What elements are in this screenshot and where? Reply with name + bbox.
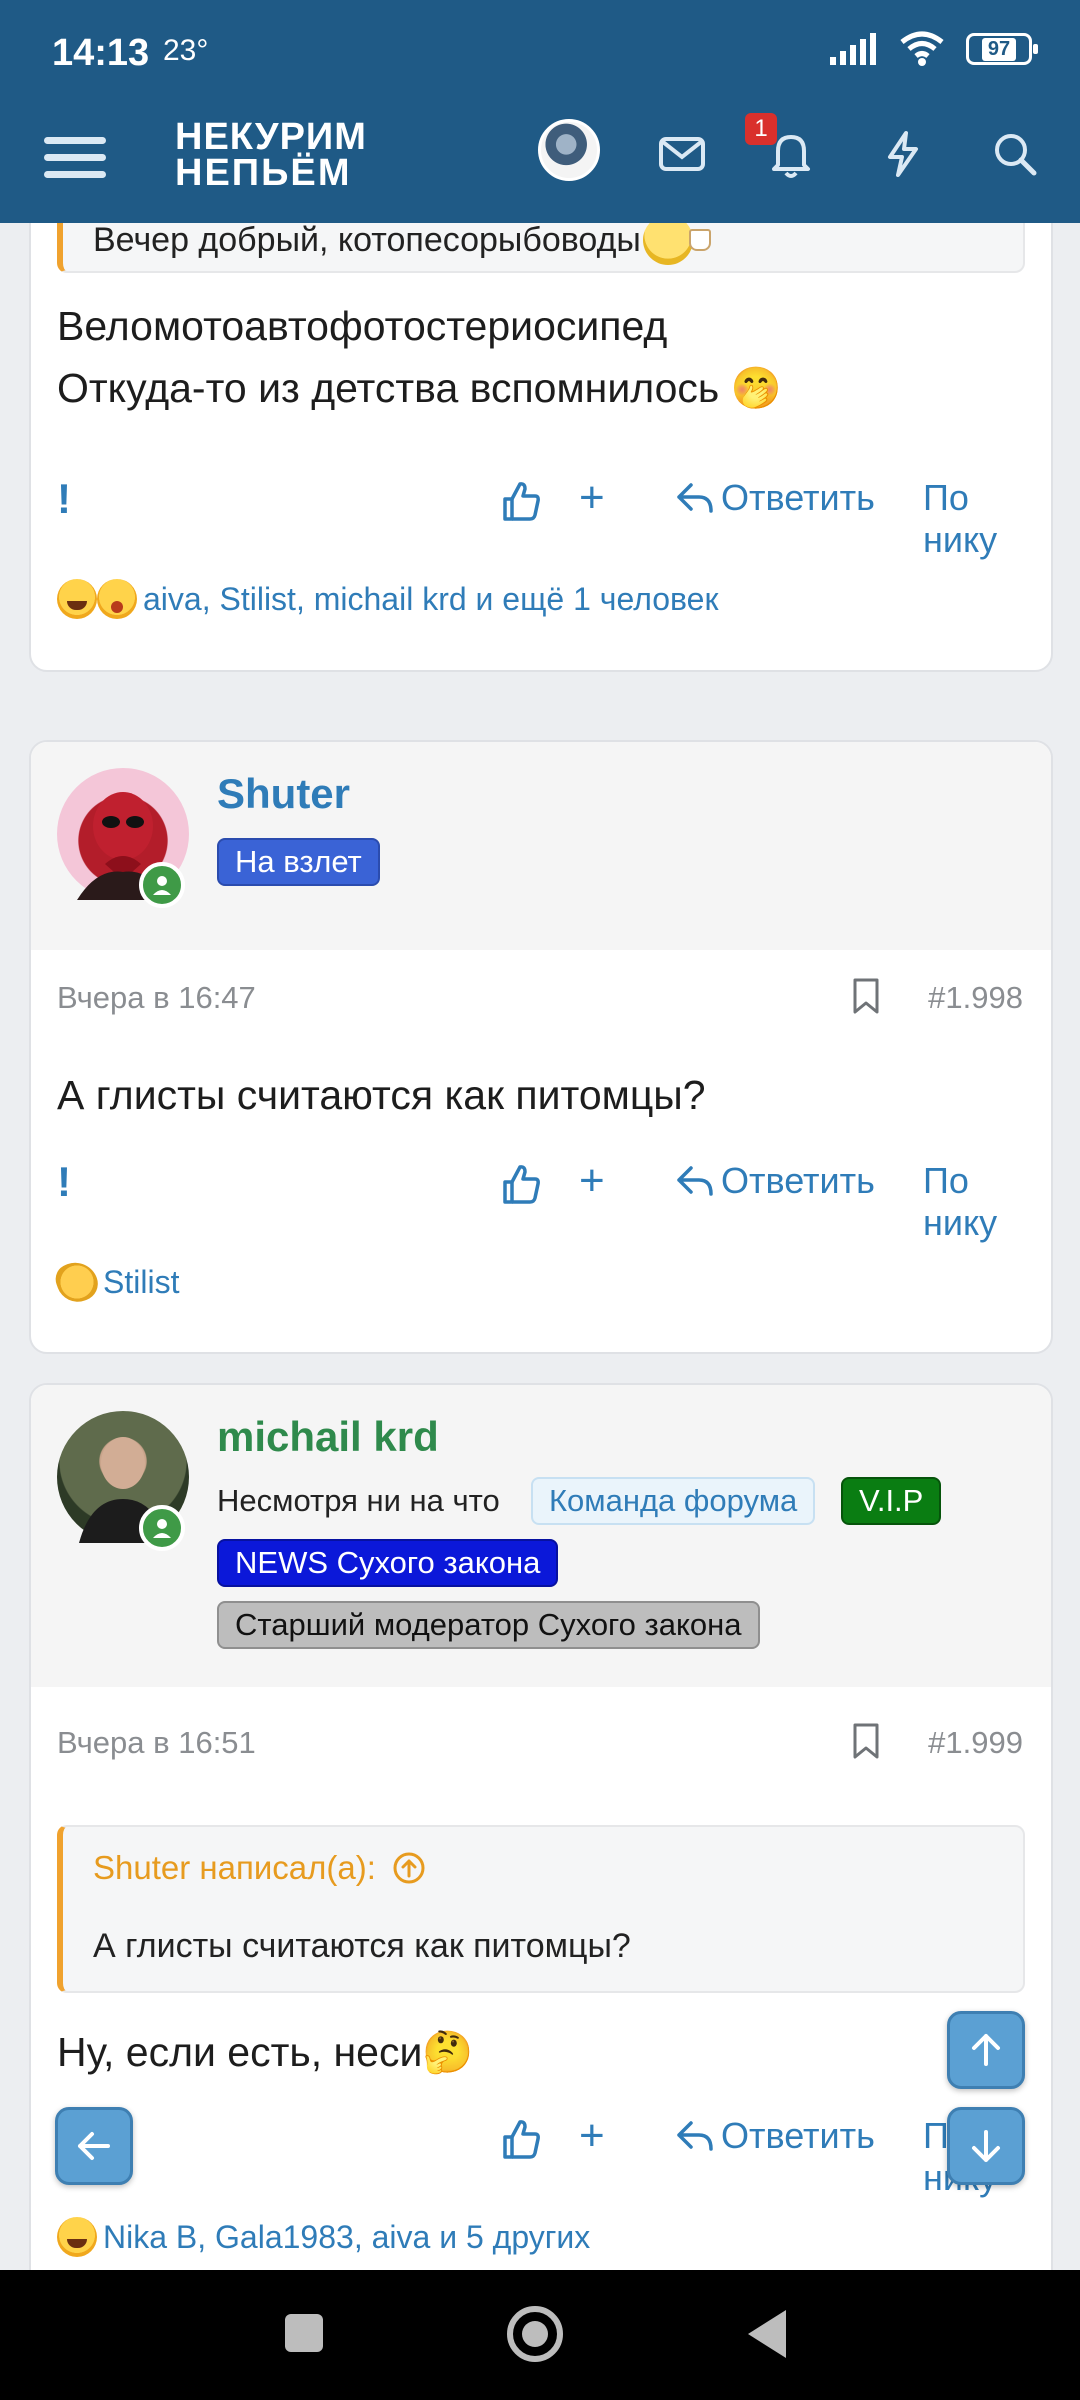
reply-icon [677,483,713,513]
user-status: Несмотря ни на что [217,1483,500,1518]
quote-block: Вечер добрый, котопесорыбоводы [57,223,1025,273]
online-indicator [139,862,185,908]
screen: 14:13 23° 97 НЕКУРИМ НЕПЬЁМ 1 Вечер добр… [0,0,1080,2400]
post-text: Веломотоавтофотостериосипед Откуда-то из… [57,295,782,419]
post-card-michail: michail krd Несмотря ни на что Команда ф… [29,1383,1053,2270]
scroll-up-button[interactable] [947,2011,1025,2089]
post-text-line1: Веломотоавтофотостериосипед [57,303,668,349]
reactions-summary[interactable]: Nika B, Gala1983, aiva и 5 других [57,2217,590,2257]
reply-label: Ответить [721,477,875,518]
post-date[interactable]: Вчера в 16:47 [57,980,256,1016]
system-back-button[interactable] [748,2310,786,2358]
logo-line2: НЕПЬЁМ [175,152,352,194]
status-temperature: 23° [163,34,209,67]
by-nick-button[interactable]: По нику [923,1160,1025,1244]
rank-badge: На взлет [217,838,380,886]
quote-author[interactable]: Shuter написал(а): [93,1849,426,1887]
report-button[interactable]: ! [57,1158,71,1206]
status-time: 14:13 [52,32,150,74]
reply-label: Ответить [721,2115,875,2156]
team-badge: Команда форума [531,1477,816,1525]
post-text: Ну, если есть, неси🤔 [57,2029,474,2075]
status-bar: 14:13 23° 97 [0,0,1080,105]
report-button[interactable]: ! [57,475,71,523]
arrow-up-circle-icon[interactable] [392,1851,426,1885]
plus-button[interactable]: + [579,2111,605,2161]
reply-button[interactable]: Ответить [675,1160,875,1202]
online-indicator [139,1505,185,1551]
laughing-emoji-icon [57,2217,97,2257]
bookmark-icon[interactable] [851,1723,881,1759]
reactions-summary[interactable]: aiva, Stilist, michail krd и ещё 1 челов… [57,579,718,619]
notification-badge: 1 [745,113,777,145]
thumbs-up-icon[interactable] [499,2117,543,2161]
reply-icon [677,2121,713,2151]
arrow-down-icon [972,2130,1000,2162]
search-icon[interactable] [988,127,1042,181]
home-button[interactable] [507,2306,563,2362]
thumbs-up-icon[interactable] [499,479,543,523]
user-icon [153,1519,171,1538]
app-header: НЕКУРИМ НЕПЬЁМ 1 [0,105,1080,223]
quote-text: Вечер добрый, котопесорыбоводы [93,223,641,259]
lightning-icon[interactable] [876,127,930,181]
post-number[interactable]: #1.998 [928,980,1023,1016]
plus-button[interactable]: + [579,473,605,523]
back-button[interactable] [55,2107,133,2185]
arrow-up-icon [972,2034,1000,2066]
user-header: Shuter На взлет [31,742,1051,950]
thread-content: Вечер добрый, котопесорыбоводы Веломотоа… [0,223,1080,2270]
post-actions: ! + Ответить По нику [57,1156,1025,1243]
news-badge: NEWS Сухого закона [217,1539,559,1587]
reactions-summary[interactable]: Stilist [51,1256,179,1308]
arrow-left-icon [78,2132,110,2160]
mail-icon[interactable] [655,127,709,181]
post-text: А глисты считаются как питомцы? [57,1072,706,1118]
signal-icon [830,33,876,65]
system-nav-bar [0,2270,1080,2400]
user-icon [153,876,171,895]
moderator-badge: Старший модератор Сухого закона [217,1601,760,1649]
reply-button[interactable]: Ответить [675,477,875,519]
post-actions: ! + Ответить По нику [57,2111,1025,2198]
user-avatar[interactable] [538,119,600,181]
quote-block: Shuter написал(а): А глисты считаются ка… [57,1825,1025,1993]
smiley-coffee-icon [642,223,711,265]
vip-badge: V.I.P [841,1477,942,1525]
reply-button[interactable]: Ответить [675,2115,875,2157]
post-actions: ! + Ответить По нику [57,473,1025,560]
reactions-text[interactable]: Stilist [103,1264,179,1301]
wifi-icon [900,31,944,66]
post-card-shuter: Shuter На взлет Вчера в 16:47 #1.998 А г… [29,740,1053,1354]
reply-label: Ответить [721,1160,875,1201]
battery-icon: 97 [966,33,1038,65]
quote-author-label: Shuter написал(а): [93,1849,376,1886]
scroll-down-button[interactable] [947,2107,1025,2185]
battery-level: 97 [981,37,1017,61]
post-text-line2: Откуда-то из детства вспомнилось 🤭 [57,365,782,411]
logo-line1: НЕКУРИМ [175,116,367,158]
laughing-emoji-icon [57,579,97,619]
clapping-emoji-icon [51,1256,103,1308]
post-date[interactable]: Вчера в 16:51 [57,1725,256,1761]
reactions-text[interactable]: aiva, Stilist, michail krd и ещё 1 челов… [143,581,718,618]
plus-button[interactable]: + [579,1156,605,1206]
user-header: michail krd Несмотря ни на что Команда ф… [31,1385,1051,1687]
menu-icon[interactable] [44,129,106,195]
bookmark-icon[interactable] [851,978,881,1014]
username[interactable]: Shuter [217,770,350,818]
post-card-previous: Вечер добрый, котопесорыбоводы Веломотоа… [29,223,1053,672]
status-icons: 97 [828,30,1038,68]
quote-text: А глисты считаются как питомцы? [93,1927,631,1965]
post-number[interactable]: #1.999 [928,1725,1023,1761]
reactions-text[interactable]: Nika B, Gala1983, aiva и 5 других [103,2219,590,2256]
surprised-emoji-icon [97,579,137,619]
by-nick-button[interactable]: По нику [923,477,1025,561]
thumbs-up-icon[interactable] [499,1162,543,1206]
recents-button[interactable] [285,2314,323,2352]
username[interactable]: michail krd [217,1413,439,1461]
reply-icon [677,1166,713,1196]
site-logo[interactable]: НЕКУРИМ НЕПЬЁМ [175,116,367,194]
